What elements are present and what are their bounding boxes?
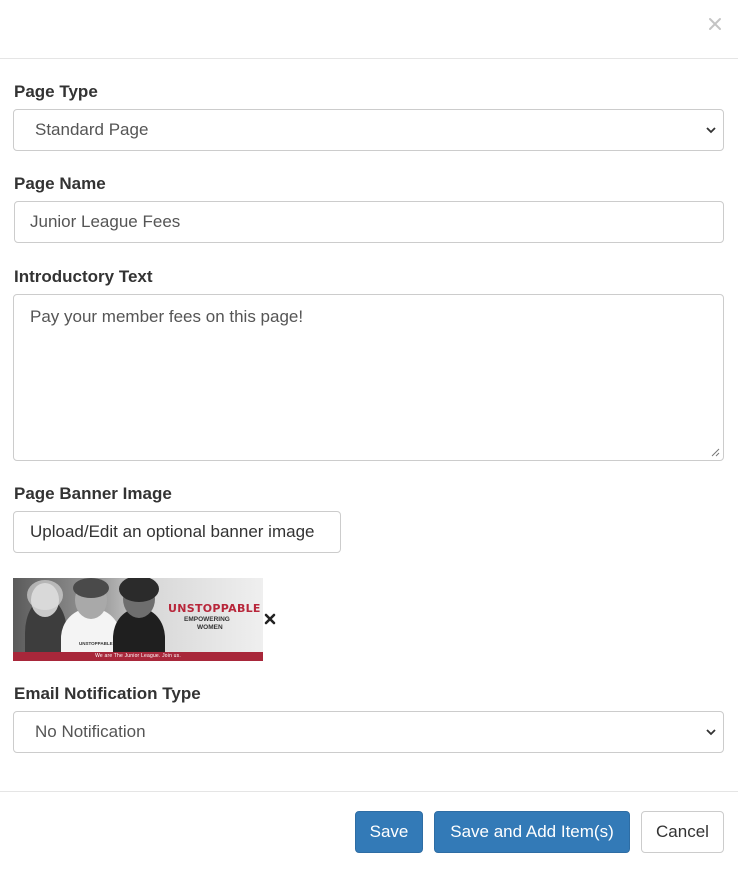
banner-image: UNSTOPPABLE UNSTOPPABLE EMPOWERING WOMEN… xyxy=(13,578,263,661)
intro-text-textarea[interactable]: Pay your member fees on this page! xyxy=(13,294,724,461)
banner-tagline-2: WOMEN xyxy=(197,624,223,631)
banner-label: Page Banner Image xyxy=(14,484,172,503)
chevron-down-icon xyxy=(706,729,716,736)
banner-tagline-1: EMPOWERING xyxy=(184,616,230,623)
page-name-value: Junior League Fees xyxy=(30,212,181,231)
close-icon[interactable] xyxy=(708,17,722,31)
banner-brand-text: UNSTOPPABLE xyxy=(168,602,261,615)
page-name-input[interactable]: Junior League Fees xyxy=(14,201,724,243)
email-notification-value: No Notification xyxy=(35,722,146,741)
page-name-label: Page Name xyxy=(14,174,106,193)
banner-footer-text: We are The Junior League. Join us. xyxy=(95,653,181,659)
save-button[interactable]: Save xyxy=(355,811,423,853)
page-type-select[interactable]: Standard Page xyxy=(13,109,724,151)
page-type-value: Standard Page xyxy=(35,120,149,139)
upload-banner-button[interactable]: Upload/Edit an optional banner image xyxy=(13,511,341,553)
intro-text-label: Introductory Text xyxy=(14,267,153,286)
remove-banner-icon[interactable] xyxy=(264,612,276,625)
banner-shirt-text: UNSTOPPABLE xyxy=(79,641,113,646)
chevron-down-icon xyxy=(706,127,716,134)
email-notification-label: Email Notification Type xyxy=(14,684,201,703)
cancel-button[interactable]: Cancel xyxy=(641,811,724,853)
modal-header xyxy=(0,0,738,59)
intro-text-value: Pay your member fees on this page! xyxy=(30,307,304,326)
email-notification-select[interactable]: No Notification xyxy=(13,711,724,753)
save-and-add-items-button[interactable]: Save and Add Item(s) xyxy=(434,811,630,853)
page-type-label: Page Type xyxy=(14,82,98,101)
resize-grip-icon[interactable] xyxy=(710,447,720,457)
